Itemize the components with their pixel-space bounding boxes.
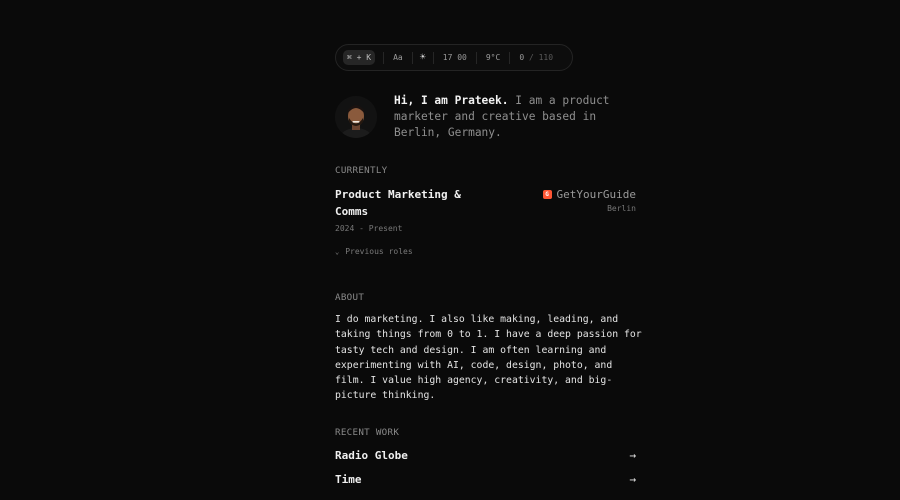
counter-separator: / [524, 53, 539, 62]
avatar-portrait [335, 96, 377, 138]
sun-icon[interactable]: ☀ [413, 50, 433, 65]
currently-heading: CURRENTLY [335, 165, 388, 176]
page: ⌘ + K Aa ☀ 17 00 9°C 0 / 110 Hi, I am Pr… [0, 0, 900, 500]
company[interactable]: G GetYourGuide [542, 188, 636, 201]
work-item-title: Time [335, 472, 362, 486]
counter-total: 110 [538, 53, 554, 62]
work-item-partial[interactable]: → [335, 493, 636, 500]
command-palette-button[interactable]: ⌘ + K [343, 50, 376, 65]
chevron-down-icon: ⌄ [335, 247, 340, 256]
greeting: Hi, I am Prateek. [394, 94, 509, 107]
role-dates: 2024 - Present [335, 224, 403, 233]
arrow-right-icon: → [629, 496, 636, 500]
work-item-title: Radio Globe [335, 448, 408, 462]
intro-text: Hi, I am Prateek. I am a product markete… [394, 93, 624, 142]
arrow-right-icon: → [629, 472, 636, 486]
current-role-title: Product Marketing & Comms [335, 188, 461, 218]
about-text: I do marketing. I also like making, lead… [335, 314, 642, 402]
previous-roles-label: Previous roles [345, 247, 413, 256]
company-city: Berlin [607, 204, 636, 213]
company-name: GetYourGuide [556, 188, 636, 201]
work-item-radio-globe[interactable]: Radio Globe → [335, 446, 636, 464]
temperature: 9°C [485, 53, 501, 62]
arrow-right-icon: → [629, 448, 636, 462]
previous-roles-toggle[interactable]: ⌄ Previous roles [335, 247, 413, 256]
toolbar: ⌘ + K Aa ☀ 17 00 9°C 0 / 110 [335, 44, 573, 71]
visitor-counter: 0 / 110 [510, 50, 562, 65]
avatar [335, 96, 377, 138]
recent-work-heading: RECENT WORK [335, 427, 400, 438]
work-item-time[interactable]: Time → [335, 470, 636, 488]
font-toggle-button[interactable]: Aa [384, 50, 412, 65]
local-time: 17 00 [442, 53, 467, 62]
about-heading: ABOUT [335, 292, 365, 303]
company-logo-icon: G [542, 190, 552, 199]
